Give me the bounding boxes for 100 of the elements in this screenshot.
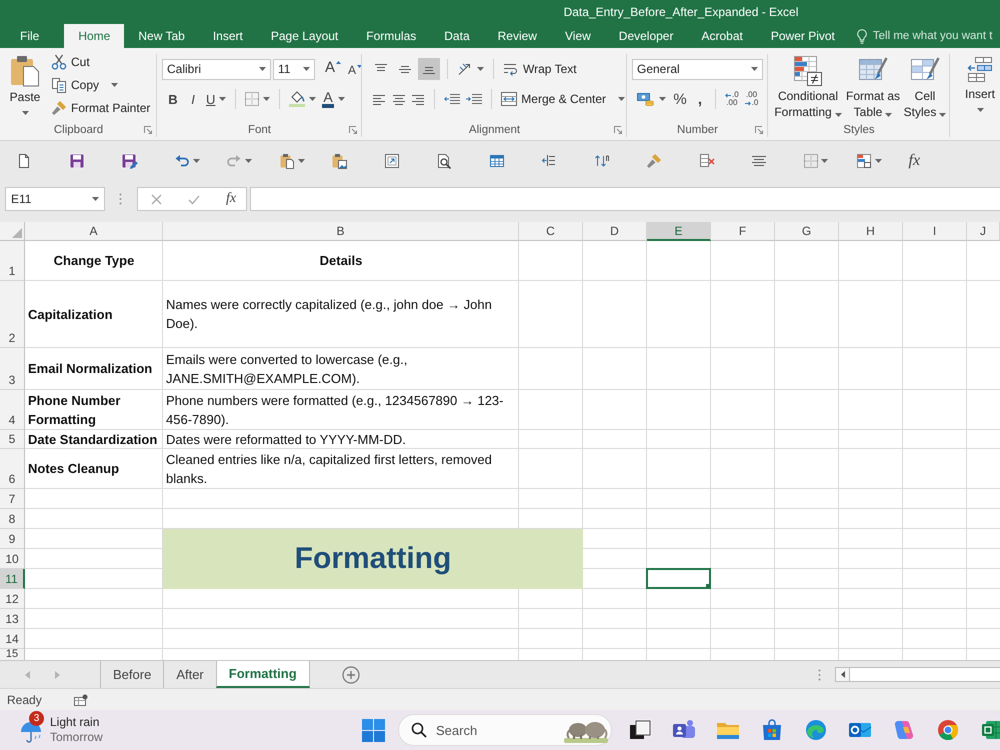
spreadsheet-tile-icon[interactable] xyxy=(982,718,1000,742)
insert-function-button[interactable]: fx xyxy=(908,152,920,170)
overlapping-squares-icon[interactable] xyxy=(628,718,652,742)
row-header[interactable]: 6 xyxy=(0,449,25,489)
column-header[interactable]: I xyxy=(903,222,967,241)
weather-condition[interactable]: Light rain xyxy=(50,715,103,730)
caret-icon[interactable] xyxy=(939,113,946,118)
save-icon[interactable] xyxy=(68,153,84,169)
caret-icon[interactable] xyxy=(258,67,266,71)
row-header[interactable]: 1 xyxy=(0,241,25,281)
column-header[interactable]: E xyxy=(647,222,711,241)
ribbon-tab[interactable]: Formulas xyxy=(352,24,430,48)
sort-icon[interactable] xyxy=(594,153,610,169)
indent-icon[interactable] xyxy=(541,153,557,169)
row-header[interactable]: 9 xyxy=(0,529,25,549)
grip-dots-icon[interactable] xyxy=(818,668,821,680)
caret-icon[interactable] xyxy=(263,97,270,101)
wrap-text-button[interactable]: Wrap Text xyxy=(501,58,579,80)
row-header[interactable]: 13 xyxy=(0,609,25,629)
add-sheet-icon[interactable] xyxy=(342,666,360,684)
row-header[interactable]: 14 xyxy=(0,629,25,649)
column-header[interactable]: A xyxy=(25,222,163,241)
increase-decimal-button[interactable]: .0 .00 xyxy=(725,91,739,107)
browser-circle-icon[interactable] xyxy=(936,718,960,742)
caret-icon[interactable] xyxy=(245,159,252,163)
caret-icon[interactable] xyxy=(298,159,304,163)
caret-icon[interactable] xyxy=(751,67,758,71)
increase-font-size-button[interactable]: A xyxy=(324,59,341,79)
dialog-launcher-icon[interactable] xyxy=(755,126,763,134)
row-header[interactable]: 3 xyxy=(0,348,25,390)
ribbon-tab[interactable]: Power Pivot xyxy=(756,24,849,48)
ribbon-tab[interactable]: Review xyxy=(484,24,551,48)
caret-icon[interactable] xyxy=(192,159,200,163)
row-header[interactable]: 2 xyxy=(0,281,25,348)
four-squares-icon[interactable] xyxy=(362,718,385,742)
ribbon-tab[interactable]: New Tab xyxy=(124,24,199,48)
new-document-icon[interactable] xyxy=(16,153,32,169)
caret-icon[interactable] xyxy=(618,97,625,101)
grip-dots-icon[interactable] xyxy=(119,193,122,205)
column-header[interactable]: B xyxy=(163,222,519,241)
ribbon-tab[interactable]: File xyxy=(6,24,54,48)
ribbon-tab[interactable]: Home xyxy=(64,24,124,48)
font-size-dropdown[interactable]: 11 xyxy=(272,58,315,80)
check-icon[interactable] xyxy=(188,194,200,204)
row-header[interactable]: 7 xyxy=(0,489,25,509)
taskbar-search-field[interactable]: Search xyxy=(398,714,612,746)
print-preview-icon[interactable] xyxy=(436,153,452,169)
table-delete-icon[interactable] xyxy=(698,153,714,169)
clipboard-picture-icon[interactable] xyxy=(331,153,347,169)
table-icon[interactable] xyxy=(488,153,504,169)
cell-styles-button[interactable]: Cell Styles xyxy=(902,48,948,120)
merge-and-center-button[interactable]: Merge & Center xyxy=(499,88,627,110)
caret-icon[interactable] xyxy=(834,113,842,118)
format-as-table-button[interactable]: Format as Table xyxy=(844,48,902,120)
column-header[interactable]: H xyxy=(839,222,903,241)
row-header[interactable]: 12 xyxy=(0,589,25,609)
column-header[interactable]: C xyxy=(519,222,583,241)
row-header[interactable]: 11 xyxy=(0,569,25,589)
dialog-launcher-icon[interactable] xyxy=(349,126,357,134)
caret-icon[interactable] xyxy=(309,97,316,101)
caret-icon[interactable] xyxy=(885,113,892,118)
conditional-formatting-button[interactable]: Conditional Formatting xyxy=(772,48,844,120)
caret-icon[interactable] xyxy=(22,111,28,115)
cut-button[interactable]: Cut xyxy=(49,51,152,73)
align-center-icon[interactable] xyxy=(751,153,767,169)
caret-icon[interactable] xyxy=(338,97,345,101)
caret-icon[interactable] xyxy=(302,67,310,71)
sheet-tab[interactable]: Formatting xyxy=(216,661,310,688)
shopping-bag-icon[interactable] xyxy=(760,718,784,742)
ribbon-knot-icon[interactable] xyxy=(892,718,916,742)
comma-style-button[interactable]: , xyxy=(692,88,708,110)
caret-icon[interactable] xyxy=(219,97,226,101)
copy-button[interactable]: Copy xyxy=(49,74,152,96)
font-color-button[interactable]: A xyxy=(320,88,347,110)
format-painter-button[interactable]: Format Painter xyxy=(49,97,152,119)
font-name-dropdown[interactable]: Calibri xyxy=(162,58,271,80)
bold-button[interactable]: B xyxy=(164,88,182,110)
caret-icon[interactable] xyxy=(92,197,99,201)
italic-button[interactable]: I xyxy=(184,88,202,110)
caret-icon[interactable] xyxy=(976,108,984,112)
caret-icon[interactable] xyxy=(820,159,828,163)
clipboard-icon[interactable] xyxy=(278,153,294,169)
column-header[interactable]: D xyxy=(583,222,647,241)
decrease-decimal-button[interactable]: .00 .0 xyxy=(744,91,758,107)
row-header[interactable]: 15 xyxy=(0,649,25,660)
caret-icon[interactable] xyxy=(875,159,882,163)
formula-input[interactable] xyxy=(250,187,1000,211)
ribbon-tab[interactable]: View xyxy=(550,24,605,48)
column-header[interactable]: F xyxy=(711,222,775,241)
ribbon-tab[interactable]: Insert xyxy=(198,24,257,48)
horizontal-scrollbar[interactable] xyxy=(835,667,1000,682)
insert-cells-button[interactable]: Insert xyxy=(960,48,1000,112)
number-format-dropdown[interactable]: General xyxy=(632,58,763,80)
row-header[interactable]: 10 xyxy=(0,549,25,569)
percent-style-button[interactable]: % xyxy=(670,88,690,110)
row-header[interactable]: 4 xyxy=(0,390,25,430)
scroll-left-icon[interactable] xyxy=(840,671,844,678)
vertical-align-button[interactable] xyxy=(418,58,440,80)
macro-record-icon[interactable] xyxy=(74,694,88,706)
insert-function-button[interactable]: fx xyxy=(226,191,236,207)
